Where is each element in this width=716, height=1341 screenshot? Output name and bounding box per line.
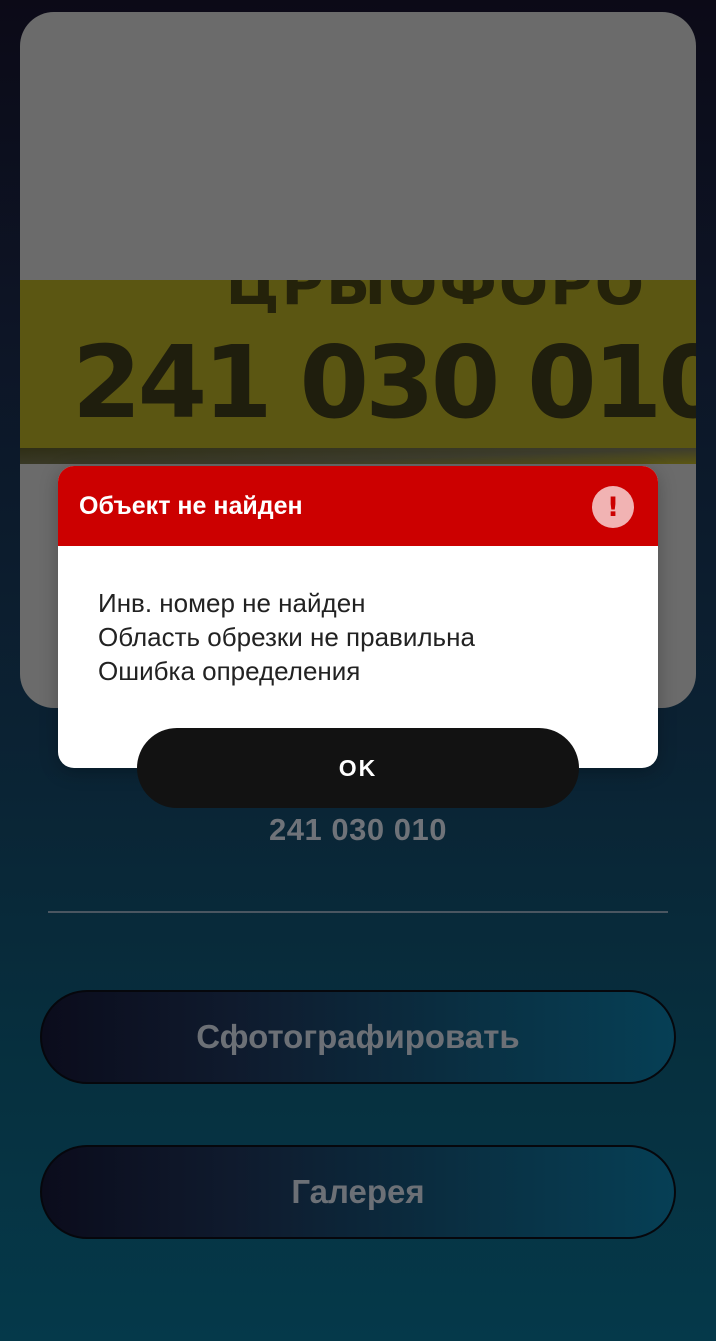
label-plate-image: ЦРЫОФОРО 241 030 010 bbox=[20, 280, 696, 464]
dialog-message-line: Инв. номер не найден bbox=[98, 588, 366, 618]
plate-top-text: ЦРЫОФОРО bbox=[225, 280, 646, 318]
dialog-body: Инв. номер не найден Область обрезки не … bbox=[98, 586, 638, 688]
gallery-button[interactable]: Галерея bbox=[40, 1145, 676, 1239]
dialog-message-line: Область обрезки не правильна bbox=[98, 622, 475, 652]
dialog-header: Объект не найден ! bbox=[58, 466, 658, 546]
alert-circle-icon: ! bbox=[592, 486, 634, 528]
plate-edge bbox=[20, 448, 696, 464]
dialog-title: Объект не найден bbox=[79, 492, 303, 520]
dialog-message-line: Ошибка определения bbox=[98, 656, 361, 686]
detected-number: 241 030 010 bbox=[269, 812, 447, 847]
take-photo-button[interactable]: Сфотографировать bbox=[40, 990, 676, 1084]
ok-button[interactable]: OK bbox=[137, 728, 579, 808]
divider bbox=[48, 911, 668, 913]
error-dialog: Объект не найден ! Инв. номер не найден … bbox=[58, 466, 658, 768]
plate-number-text: 241 030 010 bbox=[72, 324, 696, 441]
